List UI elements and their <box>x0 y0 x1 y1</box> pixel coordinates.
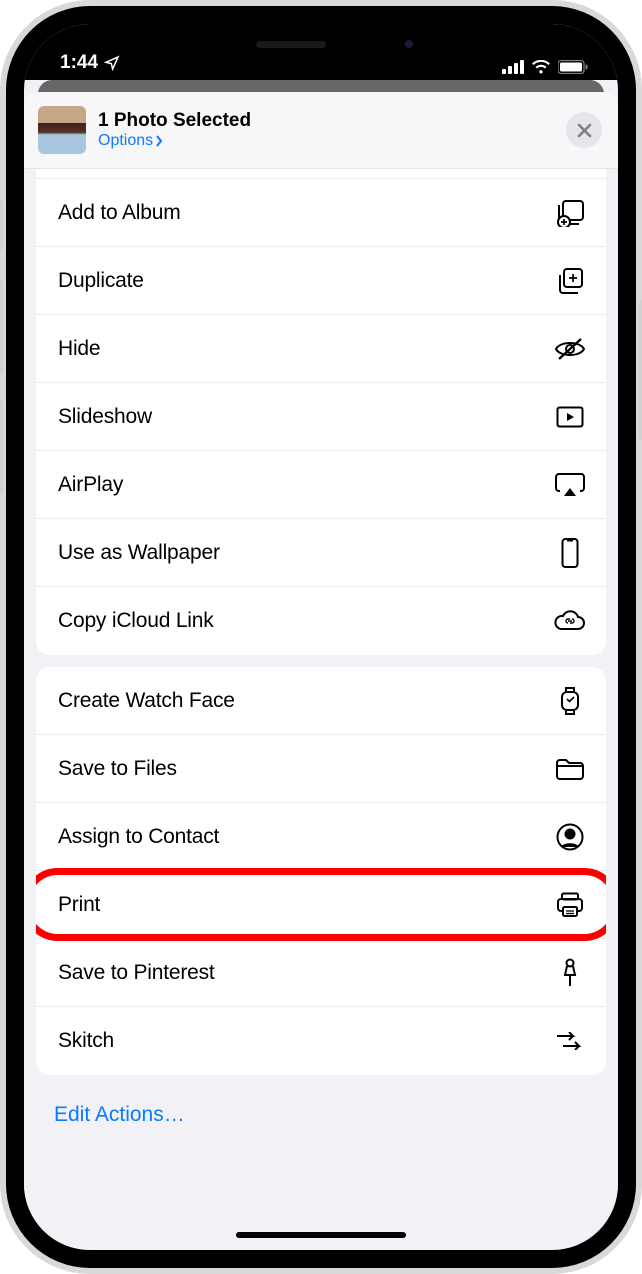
watchface-icon <box>554 686 586 716</box>
options-label: Options <box>98 132 153 150</box>
close-button[interactable] <box>566 112 602 148</box>
status-time: 1:44 <box>60 52 98 74</box>
row-slideshow[interactable]: Slideshow <box>36 383 606 451</box>
row-label: Save to Files <box>58 757 554 781</box>
contact-icon <box>554 823 586 851</box>
edit-actions-button[interactable]: Edit Actions… <box>24 1087 618 1143</box>
cellular-icon <box>502 60 524 74</box>
home-indicator[interactable] <box>236 1232 406 1238</box>
row-save-to-files[interactable]: Save to Files <box>36 735 606 803</box>
row-duplicate[interactable]: Duplicate <box>36 247 606 315</box>
row-skitch[interactable]: Skitch <box>36 1007 606 1075</box>
action-group-1: Create Watch Face Save to Files <box>36 667 606 1075</box>
hide-icon <box>554 337 586 361</box>
row-label: Skitch <box>58 1029 554 1053</box>
wifi-icon <box>531 60 551 74</box>
slideshow-icon <box>554 406 586 428</box>
share-sheet: 1 Photo Selected Options <box>24 92 618 1248</box>
skitch-icon <box>554 1032 586 1050</box>
sheet-title: 1 Photo Selected <box>98 110 566 132</box>
row-assign-to-contact[interactable]: Assign to Contact <box>36 803 606 871</box>
row-use-as-wallpaper[interactable]: Use as Wallpaper <box>36 519 606 587</box>
battery-icon <box>558 60 588 74</box>
row-label: Add to Album <box>58 201 554 225</box>
row-label: Assign to Contact <box>58 825 554 849</box>
airplay-icon <box>554 473 586 497</box>
row-save-to-pinterest[interactable]: Save to Pinterest <box>36 939 606 1007</box>
wallpaper-icon <box>554 538 586 568</box>
row-label: Save to Pinterest <box>58 961 554 985</box>
row-create-watch-face[interactable]: Create Watch Face <box>36 667 606 735</box>
row-hide[interactable]: Hide <box>36 315 606 383</box>
sheet-body[interactable]: Add to Album Duplicate H <box>24 169 618 1248</box>
row-label: AirPlay <box>58 473 554 497</box>
folder-icon <box>554 758 586 780</box>
close-icon <box>577 123 592 138</box>
edit-actions-label: Edit Actions… <box>54 1103 185 1126</box>
row-label: Duplicate <box>58 269 554 293</box>
row-airplay[interactable]: AirPlay <box>36 451 606 519</box>
sheet-header: 1 Photo Selected Options <box>24 92 618 169</box>
duplicate-icon <box>554 267 586 295</box>
row-print[interactable]: Print <box>36 871 606 939</box>
screen: 1:44 1 Photo Selected Options <box>24 24 618 1250</box>
row-label: Copy iCloud Link <box>58 609 554 633</box>
pin-icon <box>554 958 586 988</box>
volume-up-button <box>0 280 3 375</box>
add-to-album-icon <box>554 199 586 227</box>
volume-down-button <box>0 400 3 495</box>
options-button[interactable]: Options <box>98 132 566 150</box>
location-icon <box>104 55 120 71</box>
row-label: Use as Wallpaper <box>58 541 554 565</box>
row-label: Slideshow <box>58 405 554 429</box>
device-frame: 1:44 1 Photo Selected Options <box>0 0 642 1274</box>
row-label: Print <box>58 893 554 917</box>
row-label: Hide <box>58 337 554 361</box>
action-group-0: Add to Album Duplicate H <box>36 169 606 655</box>
photo-thumbnail[interactable] <box>38 106 86 154</box>
chevron-right-icon <box>155 135 163 147</box>
row-add-to-album[interactable]: Add to Album <box>36 179 606 247</box>
silence-switch <box>0 200 3 250</box>
icloud-link-icon <box>554 610 586 632</box>
row-copy-icloud-link[interactable]: Copy iCloud Link <box>36 587 606 655</box>
notch <box>191 24 451 64</box>
print-icon <box>554 892 586 918</box>
row-label: Create Watch Face <box>58 689 554 713</box>
